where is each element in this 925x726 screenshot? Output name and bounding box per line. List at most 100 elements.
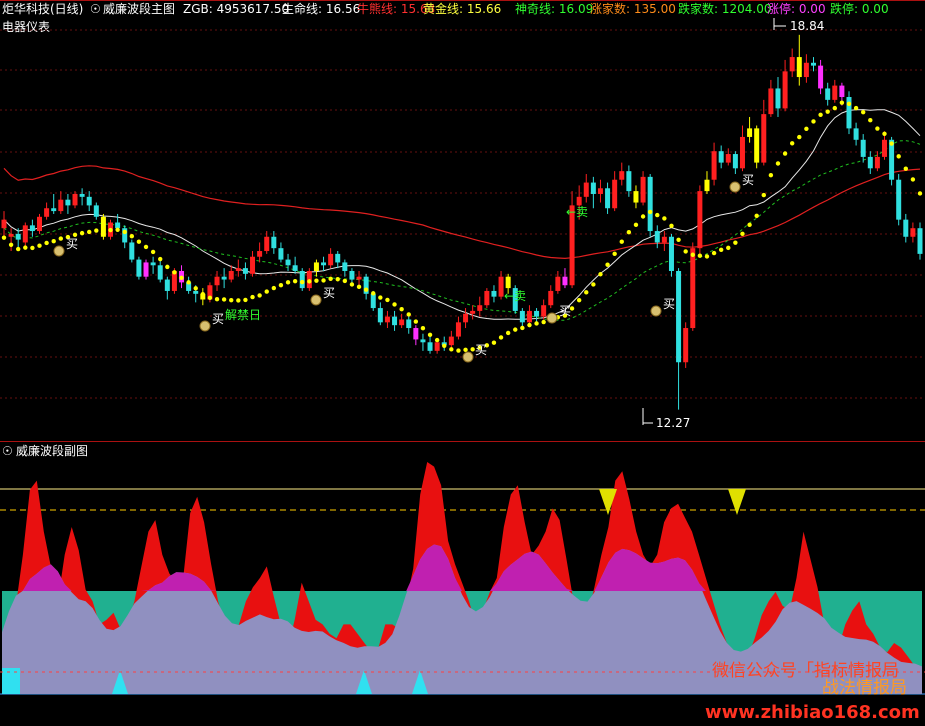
dot-84 <box>598 272 603 277</box>
dot-34 <box>243 297 248 303</box>
buy-label-2: 买 <box>323 286 335 300</box>
indicator-value-0: ZGB: 4953617.50 <box>183 2 289 16</box>
dot-88 <box>626 229 632 235</box>
candle-5 <box>37 213 43 234</box>
dot-59 <box>420 326 426 331</box>
dot-94 <box>669 223 674 228</box>
dot-14 <box>101 228 106 233</box>
period-label: (日线) <box>50 2 83 16</box>
dot-62 <box>442 343 447 348</box>
dot-0 <box>1 235 7 240</box>
dot-63 <box>449 347 454 352</box>
dot-37 <box>264 289 269 294</box>
buy-coin-icon-1 <box>199 320 211 332</box>
buy-label-0: 买 <box>66 237 78 251</box>
dot-108 <box>768 172 774 178</box>
indicator-value-6: 跌家数: 1204.00 <box>678 1 771 16</box>
stock-name: 炬华科技 <box>2 2 50 16</box>
dot-43 <box>307 279 312 284</box>
dot-51 <box>363 287 369 292</box>
buy-label-4: 买 <box>559 304 571 318</box>
indicator-value-1: 生命线: 16.56 <box>282 1 360 16</box>
dot-69 <box>491 340 497 345</box>
buy-coin-icon-4 <box>546 312 558 324</box>
dot-97 <box>690 252 695 257</box>
dot-55 <box>392 302 397 307</box>
dot-112 <box>797 134 802 140</box>
dot-125 <box>889 141 894 146</box>
dot-42 <box>300 279 305 285</box>
dot-92 <box>655 212 660 218</box>
dot-41 <box>292 278 298 284</box>
buy-coin-icon-3 <box>462 351 474 363</box>
dot-128 <box>910 177 916 182</box>
watermark-line2: 战法情报局 <box>822 678 907 698</box>
dot-72 <box>513 327 518 332</box>
buy-label-3: 买 <box>475 343 487 357</box>
candle-126 <box>896 174 902 226</box>
dot-82 <box>584 290 589 295</box>
dot-27 <box>193 286 198 291</box>
dot-16 <box>115 227 120 233</box>
dot-25 <box>179 275 184 281</box>
buy-label-1: 买 <box>212 312 224 326</box>
dot-126 <box>896 154 901 159</box>
low-price-label: 12.27 <box>656 416 690 430</box>
indicator-value-8: 跌停: 0.00 <box>830 1 889 16</box>
dot-39 <box>278 282 284 288</box>
dot-64 <box>456 348 461 353</box>
buy-label-6: 买 <box>742 173 754 187</box>
dot-46 <box>328 276 333 281</box>
dot-71 <box>505 330 511 336</box>
dot-116 <box>825 109 830 114</box>
dot-52 <box>371 291 376 296</box>
dot-20 <box>143 244 149 250</box>
watermark-url: www.zhibiao168.com <box>705 702 920 723</box>
sell-label-1: ←卖 <box>566 205 588 219</box>
dot-121 <box>860 109 866 115</box>
candle-42 <box>299 268 305 291</box>
dot-124 <box>882 131 887 136</box>
dot-5 <box>37 243 42 248</box>
dot-87 <box>619 239 624 244</box>
dot-105 <box>747 222 752 228</box>
dot-54 <box>385 297 390 303</box>
dot-11 <box>79 230 85 236</box>
dot-74 <box>527 322 532 328</box>
dot-96 <box>683 249 688 254</box>
dot-50 <box>356 284 362 290</box>
candle-96 <box>683 322 689 368</box>
dot-22 <box>158 256 163 262</box>
sub-gear-icon[interactable]: ☉ <box>2 444 13 458</box>
dot-24 <box>172 270 177 275</box>
dot-48 <box>342 278 348 284</box>
indicator-name[interactable]: 威廉波段主图 <box>103 1 175 16</box>
candle-106 <box>754 125 760 169</box>
dot-2 <box>16 246 21 252</box>
dot-99 <box>704 254 710 259</box>
dot-98 <box>697 253 703 258</box>
dot-120 <box>853 105 859 111</box>
sub-indicator-name[interactable]: 威廉波段副图 <box>16 443 88 458</box>
dot-45 <box>321 278 326 283</box>
dot-75 <box>534 321 539 326</box>
candle-20 <box>143 259 149 280</box>
dot-123 <box>875 126 880 131</box>
dot-109 <box>775 161 781 166</box>
dot-57 <box>406 312 411 317</box>
dot-15 <box>108 227 113 233</box>
dot-122 <box>868 118 873 123</box>
high-price-label: 18.84 <box>790 19 824 33</box>
dot-32 <box>229 297 234 303</box>
panel-gear-icon[interactable]: ☉ <box>90 2 101 16</box>
candle-98 <box>697 185 703 254</box>
candle-94 <box>668 233 674 277</box>
dot-18 <box>129 234 135 239</box>
buy-coin-icon-2 <box>310 294 322 306</box>
dot-89 <box>633 222 639 228</box>
dot-13 <box>94 228 99 233</box>
buy-coin-icon-5 <box>650 305 662 317</box>
dot-100 <box>711 250 717 256</box>
dot-28 <box>200 292 206 297</box>
dot-86 <box>612 251 617 257</box>
